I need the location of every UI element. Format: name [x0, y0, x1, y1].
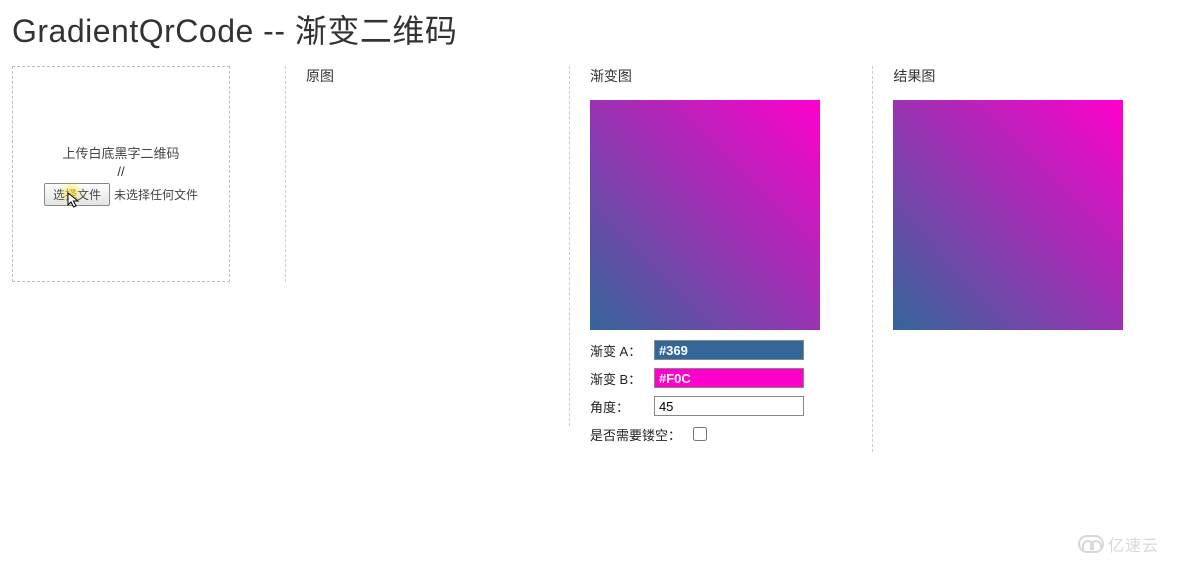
watermark-icon: [1078, 535, 1104, 553]
colorB-label: 渐变 B：: [590, 369, 646, 388]
colorB-input[interactable]: [654, 368, 804, 388]
file-picker-row: 选择文件 未选择任何文件: [44, 183, 198, 206]
gradient-preview: [590, 100, 820, 330]
gradient-controls: 渐变 A： 渐变 B： 角度： 是否需要镂空：: [590, 340, 832, 444]
watermark-text: 亿速云: [1108, 532, 1159, 556]
angle-label: 角度：: [590, 397, 646, 416]
choose-file-label: 选择文件: [53, 188, 101, 202]
upload-hint: 上传白底黑字二维码: [62, 143, 179, 162]
hollow-label: 是否需要镂空：: [590, 425, 681, 444]
upload-slashes: //: [117, 164, 124, 179]
no-file-label: 未选择任何文件: [114, 186, 198, 203]
result-header: 结果图: [893, 66, 1127, 86]
original-header: 原图: [306, 66, 529, 86]
upload-dropzone[interactable]: 上传白底黑字二维码 // 选择文件 未选择任何文件: [12, 66, 230, 282]
colorA-input[interactable]: [654, 340, 804, 360]
choose-file-button[interactable]: 选择文件: [44, 183, 110, 206]
watermark: 亿速云: [1078, 532, 1159, 556]
main-container: 上传白底黑字二维码 // 选择文件 未选择任何文件 原图 渐变图 渐变 A：: [0, 66, 1179, 452]
result-preview: [893, 100, 1123, 330]
gradient-column: 渐变图 渐变 A： 渐变 B： 角度： 是否需要镂空：: [570, 66, 873, 452]
result-column: 结果图: [873, 66, 1167, 330]
upload-column: 上传白底黑字二维码 // 选择文件 未选择任何文件: [12, 66, 286, 282]
original-column: 原图: [286, 66, 570, 426]
angle-input[interactable]: [654, 396, 804, 416]
hollow-checkbox[interactable]: [693, 427, 707, 441]
colorA-label: 渐变 A：: [590, 341, 646, 360]
page-title: GradientQrCode -- 渐变二维码: [0, 0, 1179, 66]
gradient-header: 渐变图: [590, 66, 832, 86]
